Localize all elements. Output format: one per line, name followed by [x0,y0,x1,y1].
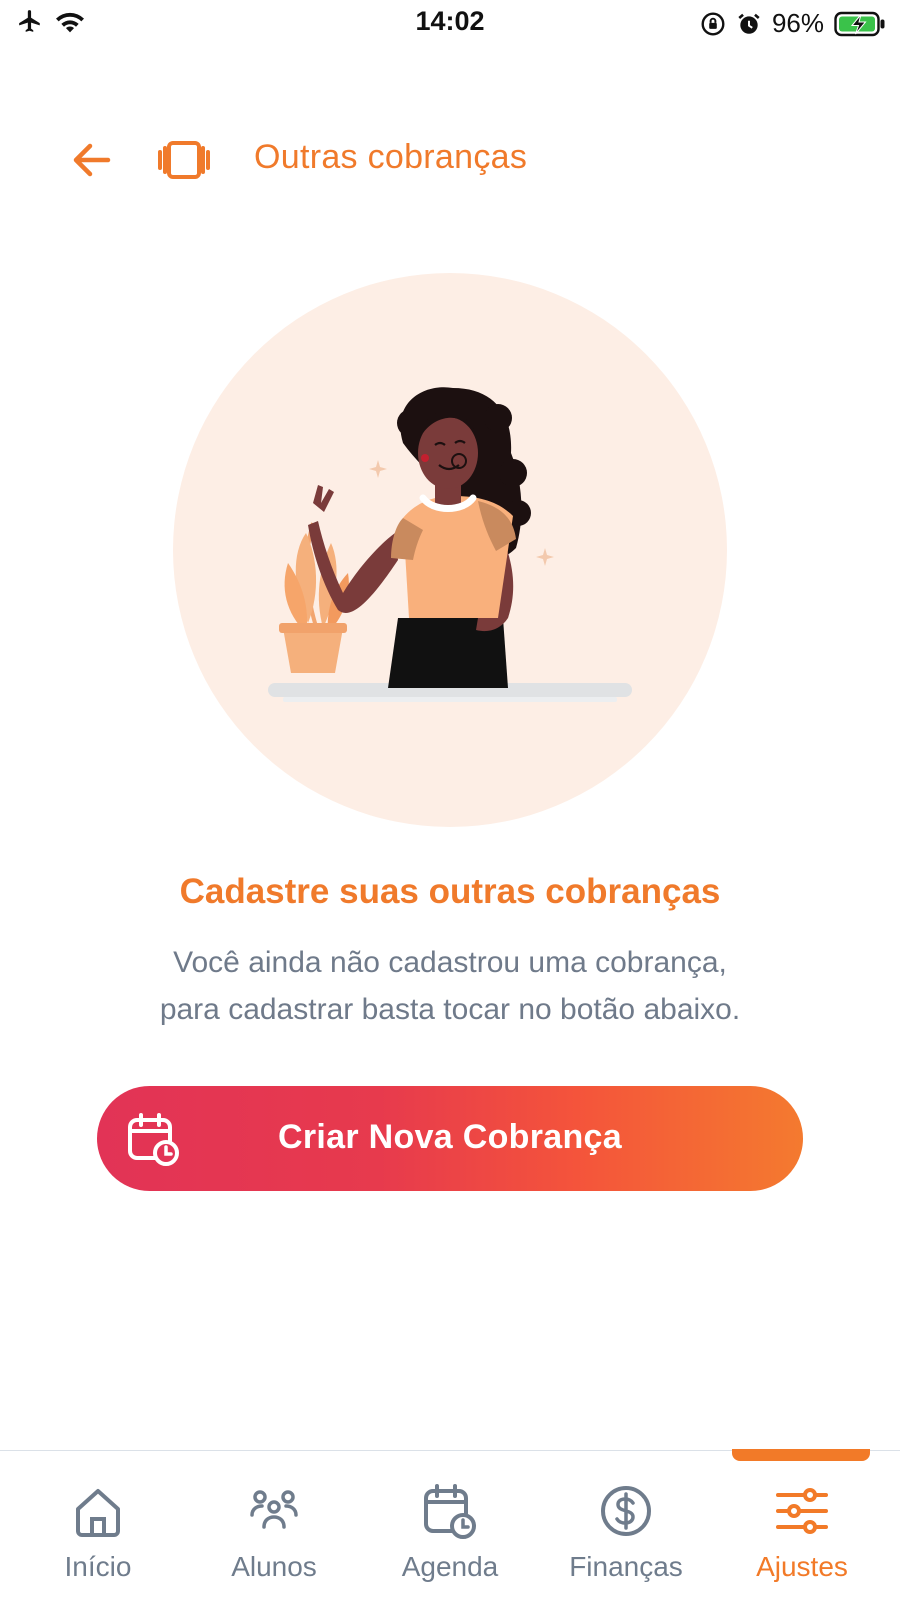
tab-label: Finanças [569,1551,683,1582]
create-charge-button[interactable]: Criar Nova Cobrança [97,1086,803,1191]
tab-label: Início [64,1551,132,1582]
battery-percent: 96% [771,8,824,38]
tab-financas[interactable]: Finanças [538,1481,714,1591]
calendar-clock-icon [424,1484,476,1539]
empty-state-description-line2: para cadastrar basta tocar no botão abai… [159,993,741,1026]
empty-state-headline: Cadastre suas outras cobranças [179,872,721,911]
battery-icon [834,11,885,36]
tab-label: Ajustes [756,1551,848,1582]
tab-agenda[interactable]: Agenda [362,1481,538,1591]
tab-inicio[interactable]: Início [10,1481,186,1591]
status-bar: 14:02 96% [0,0,900,46]
arrow-left-icon [73,143,111,177]
back-button[interactable] [68,138,116,182]
woman-waving-illustration [173,273,727,827]
people-icon [250,1490,298,1529]
tab-label: Agenda [401,1551,499,1582]
dollar-circle-icon [601,1486,651,1536]
orientation-lock-icon [701,12,725,35]
page-title: Outras cobranças [254,138,528,176]
app-header: Outras cobranças [0,128,900,192]
status-right: 96% [700,8,886,39]
tab-alunos[interactable]: Alunos [186,1481,362,1591]
create-charge-label: Criar Nova Cobrança [278,1118,622,1156]
bottom-tab-bar: Início Alunos Agenda Finanças Ajustes [0,1449,900,1601]
home-icon [76,1489,120,1537]
tab-ajustes[interactable]: Ajustes [714,1481,890,1591]
alarm-icon [738,13,760,34]
active-tab-indicator [732,1449,870,1461]
empty-state-description-line1: Você ainda não cadastrou uma cobrança, [173,946,727,979]
tab-label: Alunos [231,1551,317,1582]
cards-icon [157,140,211,180]
sliders-icon [776,1488,828,1534]
